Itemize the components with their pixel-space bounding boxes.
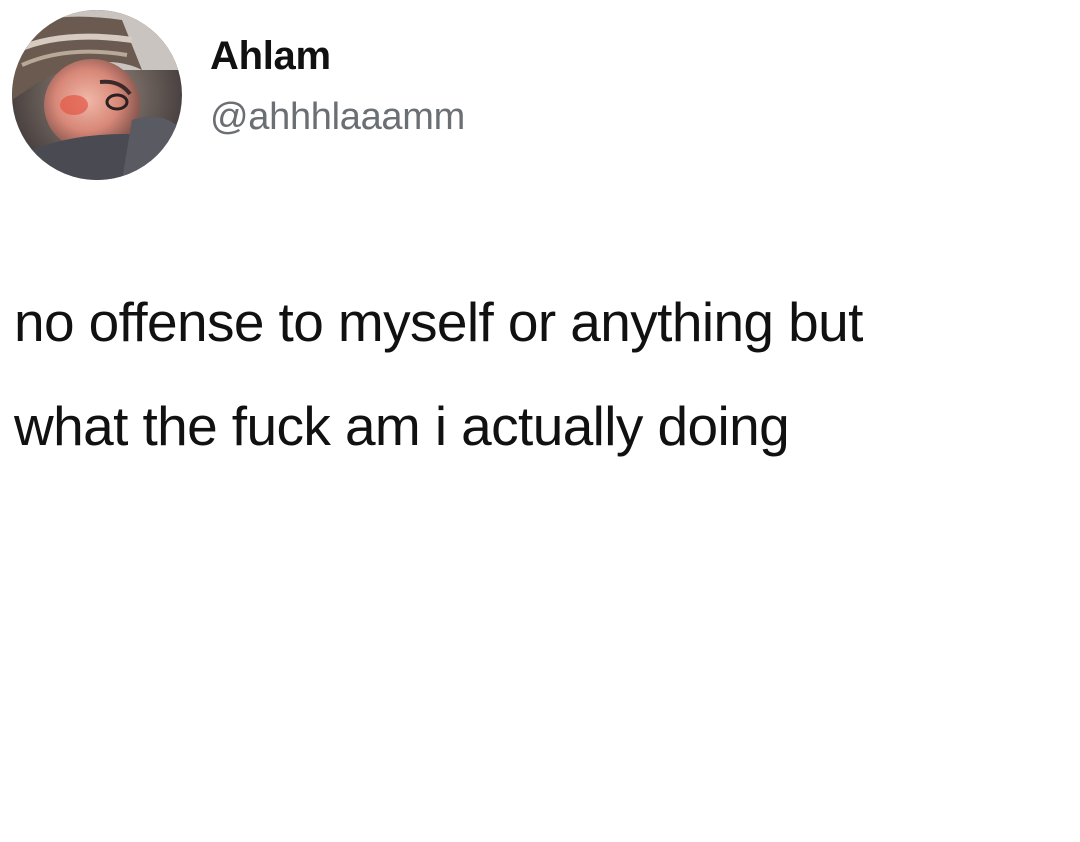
tweet-text-line: what the fuck am i actually doing xyxy=(14,395,790,457)
avatar[interactable] xyxy=(12,10,182,180)
tweet-text-line: no offense to myself or anything but xyxy=(14,291,863,353)
tweet-card: Ahlam @ahhhlaaamm no offense to myself o… xyxy=(0,0,1080,842)
profile-photo-icon xyxy=(12,10,182,180)
author-names: Ahlam @ahhhlaaamm xyxy=(210,32,465,140)
tweet-text: no offense to myself or anything but wha… xyxy=(14,270,1074,478)
tweet-header: Ahlam @ahhhlaaamm xyxy=(12,10,465,180)
display-name[interactable]: Ahlam xyxy=(210,32,465,80)
user-handle[interactable]: @ahhhlaaamm xyxy=(210,94,465,140)
